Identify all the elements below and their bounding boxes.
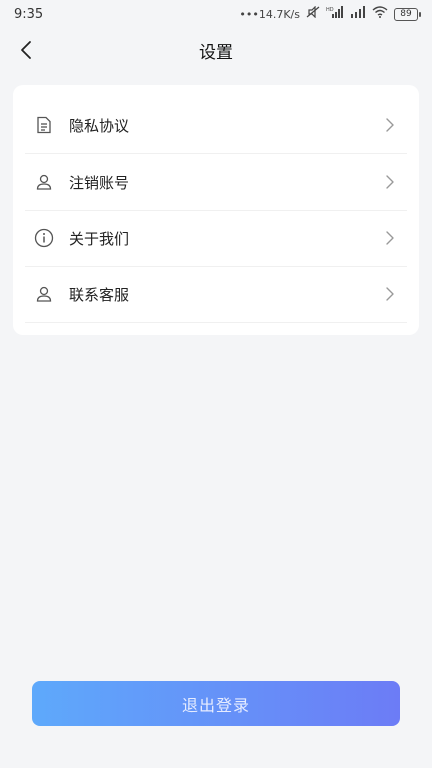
battery-icon: 89: [394, 7, 421, 21]
settings-item-cancel-account[interactable]: 注销账号: [25, 154, 407, 211]
chevron-right-icon: [383, 173, 397, 191]
settings-item-label: 联系客服: [69, 285, 130, 304]
settings-item-label: 隐私协议: [69, 116, 130, 135]
status-bar: 9:35 •••14.7K/s HD 89: [0, 0, 432, 28]
signal-hd-label: HD: [326, 7, 334, 13]
status-icons: •••14.7K/s HD 89: [239, 5, 421, 22]
info-icon: [33, 227, 55, 249]
settings-item-about-us[interactable]: 关于我们: [25, 210, 407, 267]
chevron-left-icon: [21, 41, 31, 59]
network-speed: •••14.7K/s: [239, 7, 300, 21]
settings-item-label: 注销账号: [69, 173, 130, 192]
settings-item-label: 关于我们: [69, 229, 130, 248]
logout-button[interactable]: 退出登录: [32, 681, 400, 726]
signal-icon-2: [350, 6, 366, 22]
nav-bar: 设置: [0, 28, 432, 72]
chevron-right-icon: [383, 285, 397, 303]
user-icon: [33, 171, 55, 193]
user-icon: [33, 283, 55, 305]
back-button[interactable]: [10, 34, 42, 66]
document-icon: [33, 114, 55, 136]
settings-card: 隐私协议 注销账号 关于我们 联系客服: [13, 85, 419, 335]
chevron-right-icon: [383, 116, 397, 134]
chevron-right-icon: [383, 229, 397, 247]
settings-item-customer-service[interactable]: 联系客服: [25, 266, 407, 323]
settings-item-privacy[interactable]: 隐私协议: [25, 97, 407, 154]
wifi-icon: [372, 6, 388, 22]
mute-icon: [306, 5, 320, 22]
page-title: 设置: [199, 42, 233, 63]
signal-icon: HD: [326, 6, 344, 22]
status-time: 9:35: [14, 6, 44, 22]
